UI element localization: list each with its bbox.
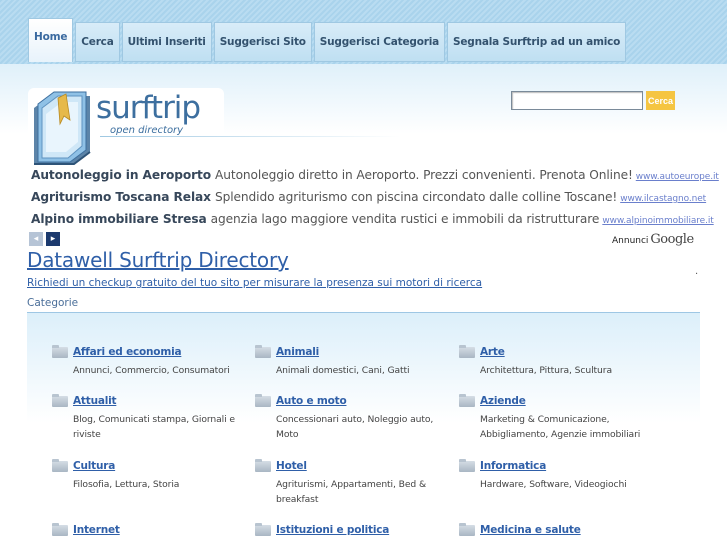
folder-icon (459, 393, 475, 407)
ad-prev-button[interactable]: ◂ (29, 232, 43, 246)
category-item: Affari ed economia Annunci, Commercio, C… (52, 344, 242, 378)
search-input[interactable] (511, 91, 643, 110)
folder-icon (255, 458, 271, 472)
category-link[interactable]: Hotel (276, 460, 307, 472)
category-item: Internet (52, 522, 242, 536)
folder-icon (255, 344, 271, 358)
category-item: Istituzioni e politica (255, 522, 445, 536)
category-link[interactable]: Istituzioni e politica (276, 524, 389, 536)
category-link[interactable]: Animali (276, 346, 319, 358)
folder-logo-icon[interactable] (28, 86, 98, 166)
category-link[interactable]: Arte (480, 346, 505, 358)
logo-subtitle: open directory (110, 125, 184, 136)
ad-url[interactable]: www.ilcastagno.net (620, 194, 706, 204)
category-subcategories: Marketing & Comunicazione, Abbigliamento… (480, 414, 641, 440)
ad-item: Agriturismo Toscana Relax Splendido agrit… (31, 190, 706, 204)
ad-item: Autonoleggio in Aeroporto Autonoleggio di… (31, 168, 719, 182)
category-item: Medicina e salute (459, 522, 649, 536)
category-link[interactable]: Informatica (480, 460, 546, 472)
category-item: Auto e moto Concessionari auto, Noleggio… (255, 393, 445, 442)
category-link[interactable]: Affari ed economia (73, 346, 182, 358)
ads-by-google[interactable]: Annunci Google (612, 232, 694, 247)
category-subcategories: Animali domestici, Cani, Gatti (276, 365, 410, 376)
ad-text: Splendido agriturismo con piscina circon… (214, 190, 618, 204)
tab-suggerisci-sito[interactable]: Suggerisci Sito (213, 22, 312, 62)
main-nav: Home Cerca Ultimi Inseriti Suggerisci Si… (28, 18, 628, 64)
directory-title-link[interactable]: Datawell Surftrip Directory (27, 248, 289, 272)
category-link[interactable]: Auto e moto (276, 395, 347, 407)
categories-heading: Categorie (27, 297, 79, 309)
tab-suggerisci-categoria[interactable]: Suggerisci Categoria (313, 22, 446, 62)
category-link[interactable]: Aziende (480, 395, 526, 407)
ad-title[interactable]: Agriturismo Toscana Relax (31, 190, 211, 204)
category-item: Informatica Hardware, Software, Videogio… (459, 458, 649, 492)
category-subcategories: Filosofia, Lettura, Storia (73, 479, 180, 490)
dot-text: . (695, 266, 699, 277)
checkup-link[interactable]: Richiedi un checkup gratuito del tuo sit… (27, 277, 482, 289)
category-link[interactable]: Cultura (73, 460, 115, 472)
google-logo: Google (650, 232, 694, 247)
ad-url[interactable]: www.alpinoimmobiliare.it (602, 216, 713, 226)
tab-cerca[interactable]: Cerca (75, 22, 120, 62)
category-link[interactable]: Internet (73, 524, 120, 536)
folder-icon (52, 393, 68, 407)
folder-icon (459, 344, 475, 358)
category-item: Aziende Marketing & Comunicazione, Abbig… (459, 393, 649, 442)
category-link[interactable]: Attualit (73, 395, 117, 407)
logo-name: surftrip (96, 90, 201, 126)
ads-label: Annunci (612, 236, 649, 246)
ad-text: Autonoleggio diretto in Aeroporto. Prezz… (215, 168, 633, 182)
search-button[interactable]: Cerca (646, 91, 675, 110)
folder-icon (255, 393, 271, 407)
category-subcategories: Hardware, Software, Videogiochi (480, 479, 627, 490)
folder-icon (459, 522, 475, 536)
folder-icon (459, 458, 475, 472)
category-subcategories: Blog, Comunicati stampa, Giornali e rivi… (73, 414, 235, 440)
category-subcategories: Architettura, Pittura, Scultura (480, 365, 612, 376)
folder-icon (52, 522, 68, 536)
tab-home[interactable]: Home (28, 18, 74, 62)
tab-ultimi-inseriti[interactable]: Ultimi Inseriti (121, 22, 212, 62)
category-link[interactable]: Medicina e salute (480, 524, 581, 536)
ad-next-button[interactable]: ▸ (46, 232, 60, 246)
ad-title[interactable]: Alpino immobiliare Stresa (31, 212, 207, 226)
tab-segnala-amico[interactable]: Segnala Surftrip ad un amico (447, 22, 627, 62)
category-item: Attualit Blog, Comunicati stampa, Giorna… (52, 393, 242, 442)
category-item: Arte Architettura, Pittura, Scultura (459, 344, 649, 378)
folder-icon (52, 344, 68, 358)
category-item: Animali Animali domestici, Cani, Gatti (255, 344, 445, 378)
ad-text: agenzia lago maggiore vendita rustici e … (210, 212, 600, 226)
ad-url[interactable]: www.autoeurope.it (636, 172, 719, 182)
ad-title[interactable]: Autonoleggio in Aeroporto (31, 168, 211, 182)
header-divider (100, 136, 400, 137)
category-subcategories: Agriturismi, Appartamenti, Bed & breakfa… (276, 479, 427, 505)
folder-icon (52, 458, 68, 472)
category-subcategories: Annunci, Commercio, Consumatori (73, 365, 230, 376)
category-item: Cultura Filosofia, Lettura, Storia (52, 458, 242, 492)
category-subcategories: Concessionari auto, Noleggio auto, Moto (276, 414, 434, 440)
category-item: Hotel Agriturismi, Appartamenti, Bed & b… (255, 458, 445, 507)
ad-item: Alpino immobiliare Stresa agenzia lago ma… (31, 212, 714, 226)
folder-icon (255, 522, 271, 536)
